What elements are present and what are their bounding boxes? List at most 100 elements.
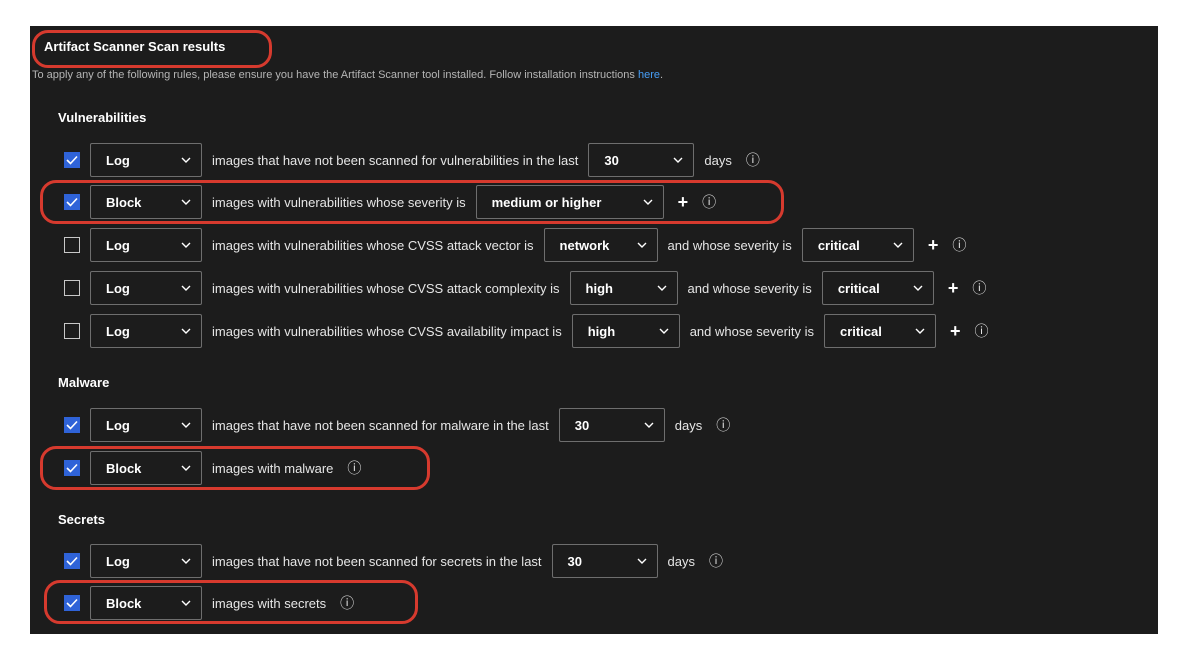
chevron-down-icon bbox=[181, 285, 191, 291]
action-dropdown[interactable]: Log bbox=[90, 544, 202, 578]
and-severity-text: and whose severity is bbox=[689, 323, 814, 339]
days-label: days bbox=[704, 152, 732, 168]
rule-text: images with malware bbox=[212, 460, 334, 476]
days-value: 30 bbox=[574, 417, 590, 433]
info-icon[interactable]: ⓘ bbox=[952, 235, 966, 255]
and-severity-text: and whose severity is bbox=[667, 237, 792, 253]
chevron-down-icon bbox=[181, 199, 191, 205]
chevron-down-icon bbox=[657, 285, 667, 291]
attack-complexity-dropdown[interactable]: high bbox=[569, 271, 678, 305]
checkmark-icon bbox=[66, 420, 78, 430]
chevron-down-icon bbox=[181, 157, 191, 163]
rule-text: images with vulnerabilities whose CVSS a… bbox=[212, 323, 562, 339]
rule-row-malware-block: Block images with malware ⓘ bbox=[64, 451, 361, 485]
section-heading-malware: Malware bbox=[58, 375, 110, 390]
availability-impact-dropdown[interactable]: high bbox=[571, 314, 680, 348]
intro-end: . bbox=[659, 69, 664, 81]
rule-text: images with secrets bbox=[212, 595, 327, 611]
action-dropdown[interactable]: Block bbox=[90, 586, 202, 620]
action-value: Log bbox=[106, 553, 130, 569]
panel-title: Artifact Scanner Scan results bbox=[44, 39, 226, 54]
action-dropdown[interactable]: Log bbox=[90, 314, 202, 348]
checkbox[interactable] bbox=[64, 323, 80, 339]
action-dropdown[interactable]: Log bbox=[90, 143, 202, 177]
checkbox[interactable] bbox=[64, 417, 80, 433]
action-dropdown[interactable]: Block bbox=[90, 451, 202, 485]
add-condition-button[interactable]: + bbox=[950, 321, 961, 342]
scan-results-panel: Artifact Scanner Scan results To apply a… bbox=[30, 26, 1158, 634]
action-dropdown[interactable]: Log bbox=[90, 271, 202, 305]
checkbox[interactable] bbox=[64, 460, 80, 476]
action-dropdown[interactable]: Block bbox=[90, 185, 202, 219]
checkbox[interactable] bbox=[64, 553, 80, 569]
rule-row-malware-unscanned: Log images that have not been scanned fo… bbox=[64, 408, 730, 442]
rule-text: images that have not been scanned for vu… bbox=[212, 152, 579, 168]
checkbox[interactable] bbox=[64, 280, 80, 296]
rule-text: images with vulnerabilities whose CVSS a… bbox=[212, 237, 534, 253]
action-dropdown[interactable]: Log bbox=[90, 408, 202, 442]
add-condition-button[interactable]: + bbox=[928, 235, 939, 256]
action-value: Log bbox=[106, 280, 130, 296]
rule-row-vuln-availability-impact: Log images with vulnerabilities whose CV… bbox=[64, 314, 989, 348]
info-icon[interactable]: ⓘ bbox=[709, 551, 723, 571]
checkmark-icon bbox=[66, 197, 78, 207]
chevron-down-icon bbox=[915, 328, 925, 334]
days-value: 30 bbox=[604, 152, 619, 168]
checkmark-icon bbox=[66, 155, 78, 165]
days-dropdown[interactable]: 30 bbox=[588, 143, 695, 177]
checkmark-icon bbox=[66, 556, 78, 566]
action-value: Log bbox=[106, 417, 130, 433]
info-icon[interactable]: ⓘ bbox=[972, 278, 986, 298]
checkbox[interactable] bbox=[64, 194, 80, 210]
info-icon[interactable]: ⓘ bbox=[347, 458, 361, 478]
section-heading-vulnerabilities: Vulnerabilities bbox=[58, 110, 147, 125]
info-icon[interactable]: ⓘ bbox=[340, 593, 354, 613]
and-severity-text: and whose severity is bbox=[687, 280, 812, 296]
chevron-down-icon bbox=[673, 157, 683, 163]
severity-dropdown[interactable]: medium or higher bbox=[475, 185, 664, 219]
severity-dropdown[interactable]: critical bbox=[801, 228, 914, 262]
rule-row-vuln-unscanned: Log images that have not been scanned fo… bbox=[64, 143, 760, 177]
days-dropdown[interactable]: 30 bbox=[558, 408, 665, 442]
severity-value: critical bbox=[817, 237, 860, 253]
chevron-down-icon bbox=[181, 558, 191, 564]
attack-complexity-value: high bbox=[585, 280, 613, 296]
info-icon[interactable]: ⓘ bbox=[702, 192, 716, 212]
severity-value: critical bbox=[839, 323, 882, 339]
chevron-down-icon bbox=[893, 242, 903, 248]
checkbox[interactable] bbox=[64, 237, 80, 253]
add-condition-button[interactable]: + bbox=[678, 192, 689, 213]
severity-dropdown[interactable]: critical bbox=[821, 271, 934, 305]
checkmark-icon bbox=[66, 598, 78, 608]
days-dropdown[interactable]: 30 bbox=[551, 544, 658, 578]
checkmark-icon bbox=[66, 463, 78, 473]
severity-dropdown[interactable]: critical bbox=[823, 314, 936, 348]
info-icon[interactable]: ⓘ bbox=[716, 415, 730, 435]
info-icon[interactable]: ⓘ bbox=[746, 150, 760, 170]
chevron-down-icon bbox=[181, 600, 191, 606]
rule-text: images with vulnerabilities whose CVSS a… bbox=[212, 280, 560, 296]
checkbox[interactable] bbox=[64, 152, 80, 168]
chevron-down-icon bbox=[644, 422, 654, 428]
chevron-down-icon bbox=[181, 242, 191, 248]
installation-link[interactable]: here bbox=[638, 69, 660, 81]
chevron-down-icon bbox=[181, 465, 191, 471]
chevron-down-icon bbox=[637, 558, 647, 564]
action-value: Log bbox=[106, 237, 130, 253]
info-icon[interactable]: ⓘ bbox=[975, 321, 989, 341]
rule-row-vuln-attack-vector: Log images with vulnerabilities whose CV… bbox=[64, 228, 966, 262]
action-value: Block bbox=[106, 194, 142, 210]
action-dropdown[interactable]: Log bbox=[90, 228, 202, 262]
availability-impact-value: high bbox=[587, 323, 616, 339]
days-label: days bbox=[674, 417, 703, 433]
intro-sentence: To apply any of the following rules, ple… bbox=[32, 69, 638, 81]
chevron-down-icon bbox=[913, 285, 923, 291]
chevron-down-icon bbox=[637, 242, 647, 248]
rule-row-secrets-block: Block images with secrets ⓘ bbox=[64, 586, 354, 620]
section-heading-secrets: Secrets bbox=[58, 512, 105, 527]
severity-value: critical bbox=[837, 280, 880, 296]
attack-vector-dropdown[interactable]: network bbox=[543, 228, 658, 262]
chevron-down-icon bbox=[659, 328, 669, 334]
add-condition-button[interactable]: + bbox=[948, 278, 959, 299]
checkbox[interactable] bbox=[64, 595, 80, 611]
